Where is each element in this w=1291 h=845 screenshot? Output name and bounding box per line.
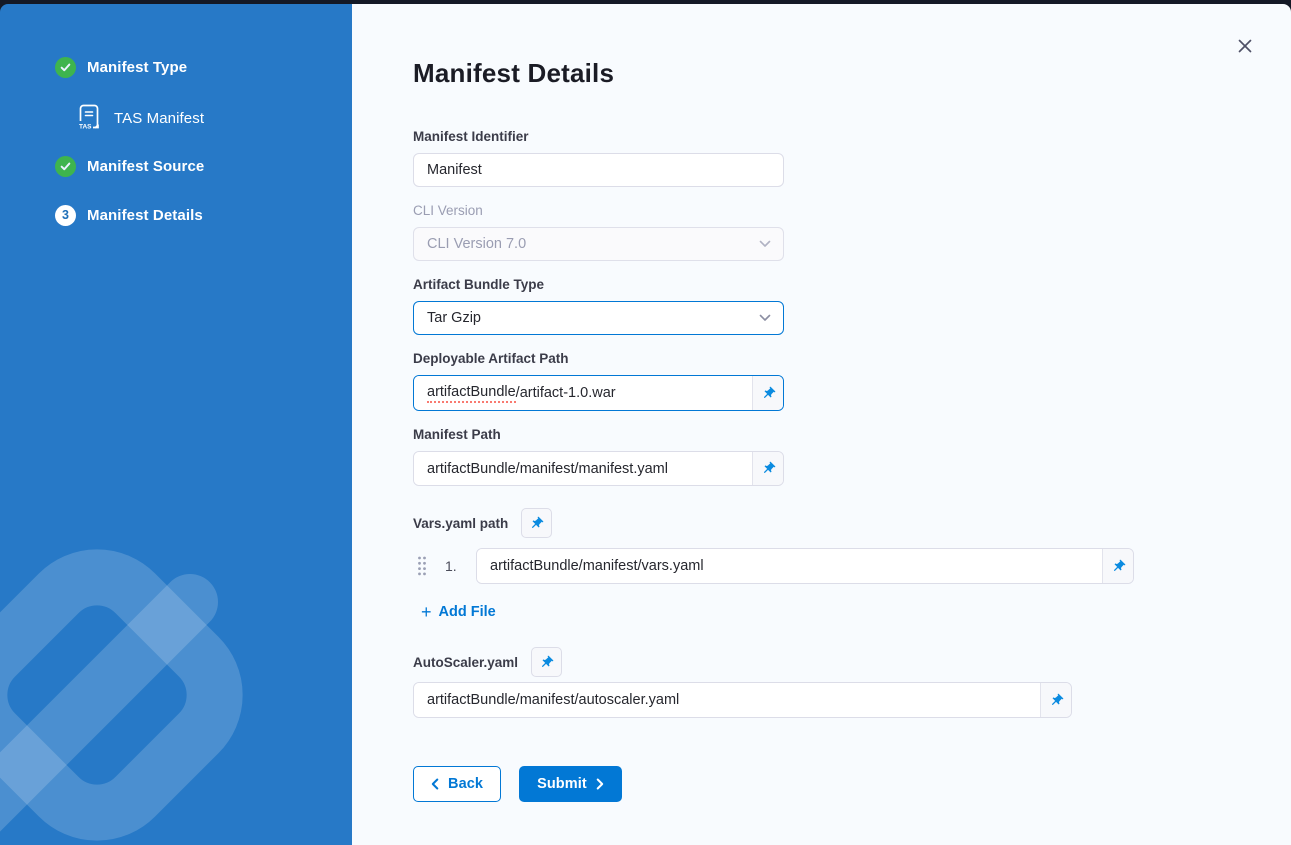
artifact-bundle-type-value: Tar Gzip (427, 310, 481, 326)
wizard-footer: Back Submit (413, 766, 1291, 802)
spellcheck-underline: artifactBundle (427, 384, 516, 403)
manifest-details-panel: Manifest Details Manifest Identifier CLI… (352, 4, 1291, 845)
page-title: Manifest Details (413, 58, 1291, 89)
svg-text:TAS: TAS (79, 123, 92, 130)
vars-yaml-label: Vars.yaml path (413, 516, 508, 531)
chevron-down-icon (759, 314, 771, 322)
step-number-badge: 3 (55, 205, 76, 226)
chevron-right-icon (596, 778, 604, 790)
cli-version-label: CLI Version (413, 203, 1291, 220)
manifest-wizard-modal: Manifest Type TAS TAS Manifest Manifest … (0, 4, 1291, 845)
manifest-path-field: Manifest Path (413, 427, 1291, 486)
autoscaler-path-input[interactable] (414, 683, 1040, 717)
pin-icon[interactable] (531, 647, 562, 677)
vars-yaml-row: 1. (413, 548, 1291, 584)
wizard-step-manifest-source[interactable]: Manifest Source (55, 153, 352, 179)
manifest-path-label: Manifest Path (413, 427, 1291, 444)
artifact-bundle-type-label: Artifact Bundle Type (413, 277, 1291, 294)
brand-watermark-logo (0, 495, 322, 845)
artifact-bundle-type-field: Artifact Bundle Type Tar Gzip (413, 277, 1291, 335)
row-index: 1. (445, 558, 462, 574)
manifest-identifier-field: Manifest Identifier (413, 129, 1291, 187)
pin-icon[interactable] (752, 452, 783, 485)
check-circle-icon (55, 57, 76, 78)
manifest-path-input[interactable] (414, 452, 752, 485)
pin-icon[interactable] (521, 508, 552, 538)
step-label: Manifest Type (87, 59, 187, 76)
cli-version-select: CLI Version 7.0 (413, 227, 784, 261)
wizard-sidebar: Manifest Type TAS TAS Manifest Manifest … (0, 4, 352, 845)
pin-icon[interactable] (752, 376, 783, 410)
deployable-artifact-path-input[interactable]: artifactBundle/artifact-1.0.war (414, 376, 752, 410)
pin-icon[interactable] (1102, 549, 1133, 583)
autoscaler-section: AutoScaler.yaml (413, 647, 1291, 718)
check-circle-icon (55, 156, 76, 177)
wizard-step-manifest-details[interactable]: 3 Manifest Details (55, 202, 352, 228)
manifest-identifier-input[interactable] (413, 153, 784, 187)
step-label: Manifest Source (87, 158, 204, 175)
wizard-substep-tas-manifest[interactable]: TAS TAS Manifest (79, 103, 352, 133)
vars-yaml-section: Vars.yaml path 1. (413, 508, 1291, 623)
drag-handle-icon[interactable] (417, 555, 427, 577)
chevron-left-icon (431, 778, 439, 790)
plus-icon: + (421, 605, 432, 619)
cli-version-field: CLI Version CLI Version 7.0 (413, 203, 1291, 261)
deployable-artifact-path-group: artifactBundle/artifact-1.0.war (413, 375, 784, 411)
step-label: Manifest Details (87, 207, 203, 224)
cli-version-value: CLI Version 7.0 (427, 236, 526, 252)
submit-button[interactable]: Submit (519, 766, 622, 802)
back-button[interactable]: Back (413, 766, 501, 802)
manifest-identifier-label: Manifest Identifier (413, 129, 1291, 146)
close-icon[interactable] (1235, 36, 1255, 56)
deployable-artifact-path-field: Deployable Artifact Path artifactBundle/… (413, 351, 1291, 411)
vars-yaml-path-group (476, 548, 1134, 584)
check-icon (60, 62, 71, 73)
autoscaler-label: AutoScaler.yaml (413, 655, 518, 670)
check-icon (60, 161, 71, 172)
substep-label: TAS Manifest (114, 110, 204, 127)
pin-icon[interactable] (1040, 683, 1071, 717)
deployable-artifact-path-label: Deployable Artifact Path (413, 351, 1291, 368)
tas-manifest-icon: TAS (79, 104, 102, 133)
add-file-button[interactable]: + Add File (421, 604, 496, 620)
chevron-down-icon (759, 240, 771, 248)
manifest-path-group (413, 451, 784, 486)
autoscaler-path-group (413, 682, 1072, 718)
vars-yaml-path-input[interactable] (477, 549, 1102, 583)
artifact-bundle-type-select[interactable]: Tar Gzip (413, 301, 784, 335)
wizard-step-manifest-type[interactable]: Manifest Type (55, 54, 352, 80)
